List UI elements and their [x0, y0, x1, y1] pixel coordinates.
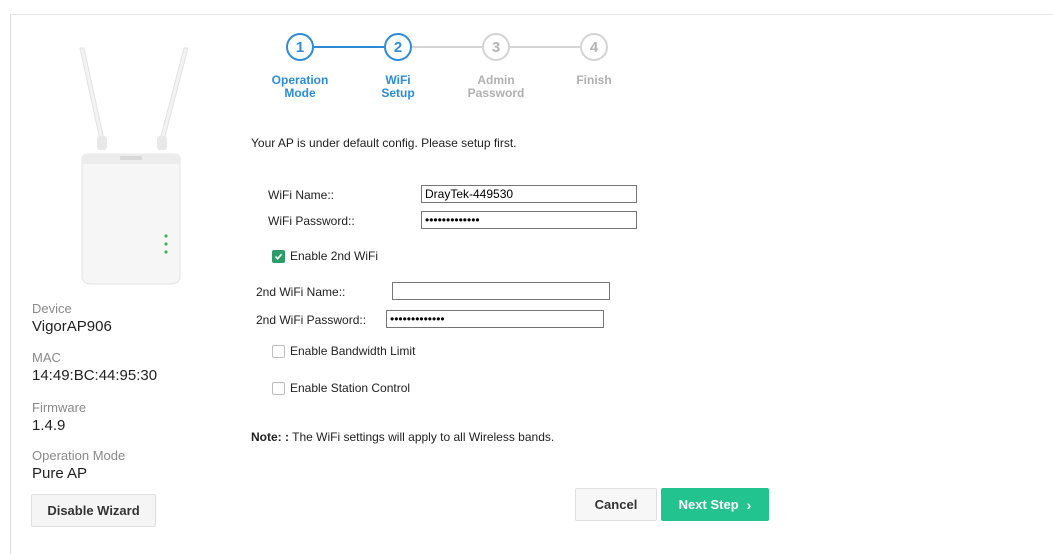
enable-bandwidth-limit-label: Enable Bandwidth Limit	[290, 344, 416, 358]
operation-mode-value: Pure AP	[32, 465, 88, 482]
wifi-name-input[interactable]	[421, 185, 637, 203]
access-point-device-image	[79, 47, 189, 285]
step-connector-1-2	[314, 46, 384, 48]
wifi2-name-input[interactable]	[392, 282, 610, 300]
step-3-label: Admin Password	[467, 73, 525, 100]
checkbox-unchecked-icon	[272, 381, 285, 395]
device-value: VigorAP906	[32, 318, 112, 335]
chevron-right-icon: ›	[746, 496, 752, 513]
enable-2nd-wifi-checkbox[interactable]: Enable 2nd WiFi	[272, 249, 378, 263]
firmware-label: Firmware	[32, 400, 87, 415]
wifi2-password-input[interactable]	[386, 310, 604, 328]
cancel-button[interactable]: Cancel	[575, 488, 657, 521]
mac-value: 14:49:BC:44:95:30	[32, 367, 158, 384]
step-connector-3-4	[510, 46, 580, 48]
step-4-circle: 4	[580, 33, 608, 61]
step-3-circle: 3	[482, 33, 510, 61]
step-1-circle: 1	[286, 33, 314, 61]
note-text: Note: : The WiFi settings will apply to …	[251, 430, 554, 444]
mac-label: MAC	[32, 350, 61, 365]
enable-station-control-label: Enable Station Control	[290, 381, 411, 395]
wifi-password-input[interactable]	[421, 211, 637, 229]
step-1-label: Operation Mode	[271, 73, 329, 100]
top-divider	[10, 14, 1053, 15]
step-connector-2-3	[412, 46, 482, 48]
disable-wizard-button[interactable]: Disable Wizard	[31, 494, 156, 527]
step-2-label: WiFi Setup	[381, 73, 415, 100]
note-prefix: Note: :	[251, 430, 289, 444]
note-body: The WiFi settings will apply to all Wire…	[289, 430, 555, 444]
checkbox-unchecked-icon	[272, 344, 285, 358]
wifi-name-label: WiFi Name::	[268, 188, 334, 202]
checkbox-checked-icon	[272, 249, 285, 263]
device-label: Device	[32, 301, 72, 316]
enable-station-control-checkbox[interactable]: Enable Station Control	[272, 381, 410, 395]
left-divider	[10, 14, 11, 554]
wifi2-password-label: 2nd WiFi Password::	[256, 313, 367, 327]
wifi2-name-label: 2nd WiFi Name::	[256, 285, 346, 299]
enable-2nd-wifi-label: Enable 2nd WiFi	[290, 249, 379, 263]
enable-bandwidth-limit-checkbox[interactable]: Enable Bandwidth Limit	[272, 344, 415, 358]
firmware-value: 1.4.9	[32, 417, 66, 434]
step-4-label: Finish	[576, 73, 612, 87]
step-2-circle: 2	[384, 33, 412, 61]
next-step-button[interactable]: Next Step ›	[661, 488, 769, 521]
intro-text: Your AP is under default config. Please …	[251, 136, 517, 150]
next-step-label: Next Step	[678, 497, 739, 512]
operation-mode-label: Operation Mode	[32, 448, 126, 463]
wifi-password-label: WiFi Password::	[268, 214, 355, 228]
